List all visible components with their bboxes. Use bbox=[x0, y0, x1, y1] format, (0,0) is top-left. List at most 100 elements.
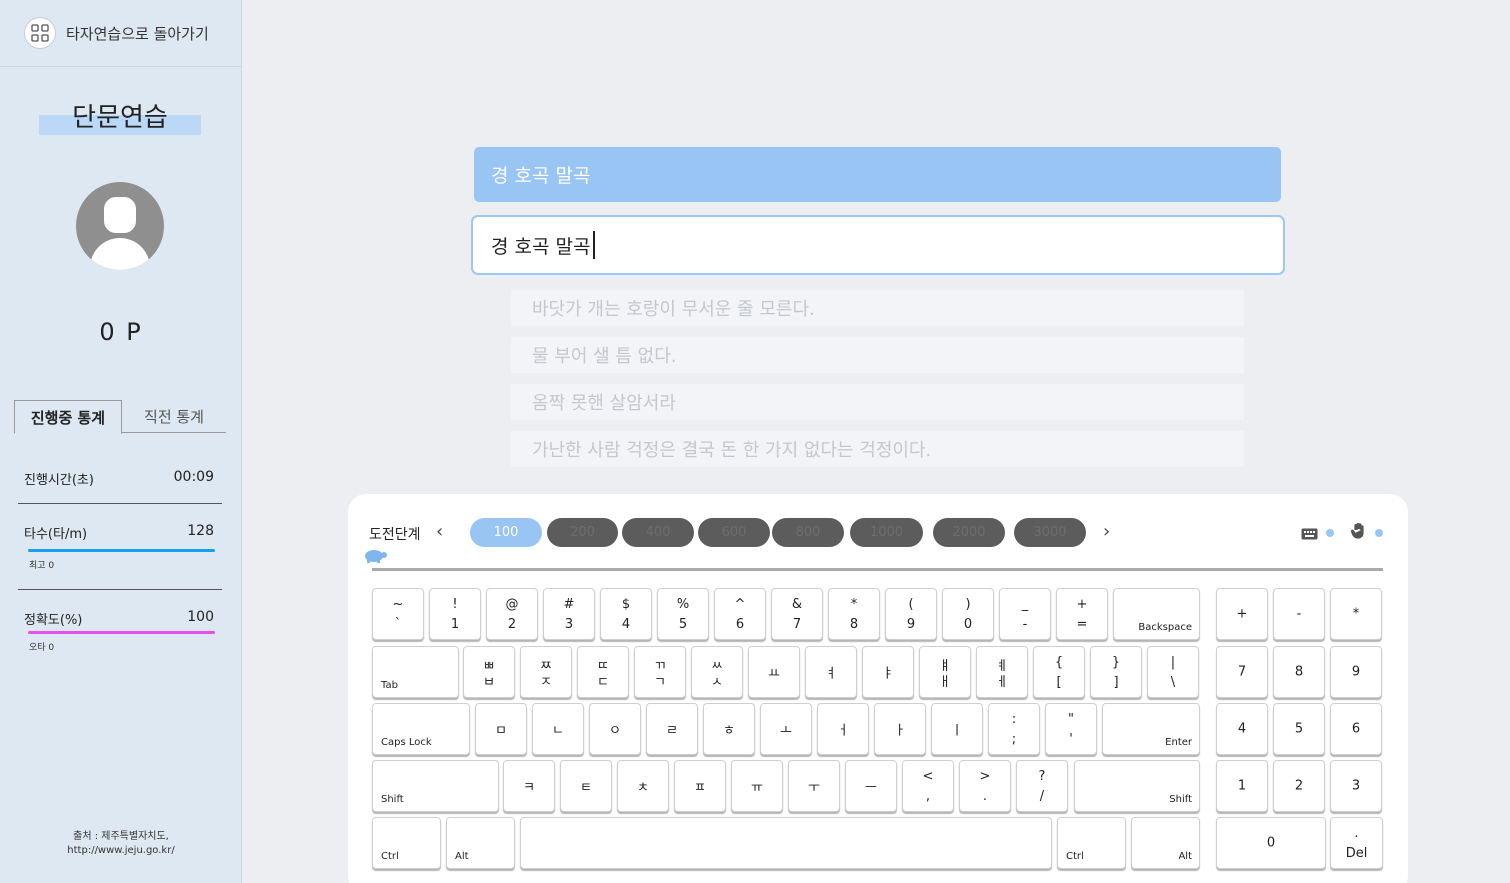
key[interactable]: $4 bbox=[600, 588, 652, 640]
key[interactable]: #3 bbox=[543, 588, 595, 640]
key[interactable]: ~ ` bbox=[372, 588, 424, 640]
numpad-key[interactable]: + bbox=[1216, 588, 1268, 640]
numpad-del-key[interactable]: . Del bbox=[1330, 817, 1383, 869]
numpad-key[interactable]: 1 bbox=[1216, 760, 1268, 812]
hand-toggle-dot[interactable] bbox=[1375, 529, 1383, 537]
back-to-typing-link[interactable]: 타자연습으로 돌아가기 bbox=[0, 0, 242, 67]
key[interactable]: % 5 bbox=[657, 588, 709, 640]
key[interactable]: ㅍ bbox=[674, 760, 726, 812]
key[interactable]: ㅑ bbox=[862, 646, 914, 698]
key[interactable]: " ' bbox=[1045, 703, 1097, 755]
key[interactable]: ㅋ bbox=[503, 760, 555, 812]
key[interactable]: * 8 bbox=[828, 588, 880, 640]
key[interactable]: ㅊ bbox=[617, 760, 669, 812]
key[interactable]: | \ bbox=[1147, 646, 1199, 698]
backspace-key[interactable]: Backspace bbox=[1113, 588, 1200, 640]
level-200[interactable]: 200 bbox=[547, 518, 618, 547]
key[interactable]: ㅃㅂ bbox=[463, 646, 515, 698]
speed-label: 타수(타/m) bbox=[24, 527, 88, 542]
key-label: 1 bbox=[450, 617, 460, 632]
key[interactable]: @2 bbox=[486, 588, 538, 640]
keyboard-icon[interactable] bbox=[1301, 525, 1318, 544]
key[interactable]: ㅡ bbox=[845, 760, 897, 812]
key[interactable]: ㅛ bbox=[748, 646, 800, 698]
key[interactable]: ㄹ bbox=[646, 703, 698, 755]
key[interactable]: + = bbox=[1056, 588, 1108, 640]
numpad-key[interactable]: 9 bbox=[1330, 646, 1382, 698]
key[interactable]: ㅓ bbox=[817, 703, 869, 755]
key[interactable]: ㅣ bbox=[931, 703, 983, 755]
key[interactable]: ㅁ bbox=[475, 703, 527, 755]
numpad-zero-key[interactable]: 0 bbox=[1216, 817, 1326, 869]
typing-input[interactable]: 경 호곡 말곡 bbox=[471, 215, 1285, 275]
numpad-key[interactable]: 2 bbox=[1273, 760, 1325, 812]
key[interactable]: ? / bbox=[1016, 760, 1068, 812]
right-ctrl-key[interactable]: Ctrl bbox=[1057, 817, 1126, 869]
key-label: ㅠ bbox=[751, 780, 763, 796]
key[interactable]: {[ bbox=[1033, 646, 1085, 698]
left-shift-key[interactable]: Shift bbox=[372, 760, 499, 812]
key[interactable]: ) 0 bbox=[942, 588, 994, 640]
right-shift-key[interactable]: Shift bbox=[1074, 760, 1200, 812]
tab-key[interactable]: Tab bbox=[372, 646, 459, 698]
tab-current-stats[interactable]: 진행중 통계 bbox=[14, 400, 122, 434]
accuracy-label: 정확도(%) bbox=[24, 613, 83, 628]
upcoming-sentence: 가난한 사람 걱정은 결국 돈 한 가지 없다는 걱정이다. bbox=[511, 431, 1244, 467]
numpad-key[interactable]: 4 bbox=[1216, 703, 1268, 755]
key[interactable]: ㅒㅐ bbox=[919, 646, 971, 698]
key[interactable]: ㅆㅅ bbox=[691, 646, 743, 698]
key[interactable]: }] bbox=[1090, 646, 1142, 698]
key[interactable]: ㅏ bbox=[874, 703, 926, 755]
key[interactable]: <, bbox=[902, 760, 954, 812]
key[interactable]: _ - bbox=[999, 588, 1051, 640]
key[interactable]: ㅕ bbox=[805, 646, 857, 698]
key[interactable]: ! 1 bbox=[429, 588, 481, 640]
keyboard-toggle-dot[interactable] bbox=[1326, 529, 1334, 537]
level-2000[interactable]: 2000 bbox=[933, 518, 1005, 547]
numpad-key[interactable]: 7 bbox=[1216, 646, 1268, 698]
key[interactable]: ㅠ bbox=[731, 760, 783, 812]
level-100[interactable]: 100 bbox=[470, 518, 542, 547]
source-line-2[interactable]: http://www.jeju.go.kr/ bbox=[0, 844, 242, 858]
right-alt-key[interactable]: Alt bbox=[1131, 817, 1200, 869]
numpad-key[interactable]: 6 bbox=[1330, 703, 1382, 755]
key[interactable]: ㅉㅈ bbox=[520, 646, 572, 698]
numpad-key[interactable]: - bbox=[1273, 588, 1325, 640]
left-alt-key[interactable]: Alt bbox=[446, 817, 515, 869]
enter-key[interactable]: Enter bbox=[1102, 703, 1200, 755]
left-ctrl-key[interactable]: Ctrl bbox=[372, 817, 441, 869]
level-prev-arrow[interactable]: ‹ bbox=[436, 521, 443, 542]
key[interactable]: (9 bbox=[885, 588, 937, 640]
key[interactable]: & 7 bbox=[771, 588, 823, 640]
key[interactable]: >. bbox=[959, 760, 1011, 812]
key[interactable]: ㄴ bbox=[532, 703, 584, 755]
current-sentence: 경 호곡 말곡 bbox=[474, 147, 1281, 202]
numpad-key[interactable]: * bbox=[1330, 588, 1382, 640]
key[interactable]: ㅗ bbox=[760, 703, 812, 755]
key[interactable]: ㅖㅔ bbox=[976, 646, 1028, 698]
numpad-key[interactable]: 8 bbox=[1273, 646, 1325, 698]
key[interactable]: ㄸㄷ bbox=[577, 646, 629, 698]
key-label: / bbox=[1039, 789, 1045, 804]
key[interactable]: :; bbox=[988, 703, 1040, 755]
key[interactable]: ㅇ bbox=[589, 703, 641, 755]
caps-lock-key[interactable]: Caps Lock bbox=[372, 703, 470, 755]
numpad-key[interactable]: 3 bbox=[1330, 760, 1382, 812]
key[interactable]: ㅌ bbox=[560, 760, 612, 812]
key-label: | bbox=[1170, 655, 1176, 670]
level-600[interactable]: 600 bbox=[698, 518, 770, 547]
key[interactable]: ㄲㄱ bbox=[634, 646, 686, 698]
level-400[interactable]: 400 bbox=[622, 518, 694, 547]
level-3000[interactable]: 3000 bbox=[1014, 518, 1086, 547]
numpad-key[interactable]: 5 bbox=[1273, 703, 1325, 755]
tab-previous-stats[interactable]: 직전 통계 bbox=[130, 400, 218, 433]
level-next-arrow[interactable]: › bbox=[1103, 521, 1110, 542]
level-1000[interactable]: 1000 bbox=[850, 518, 923, 547]
key[interactable]: ㅎ bbox=[703, 703, 755, 755]
key[interactable]: ㅜ bbox=[788, 760, 840, 812]
space-key[interactable] bbox=[520, 817, 1052, 869]
key[interactable]: ^ 6 bbox=[714, 588, 766, 640]
key-label: 3 bbox=[564, 617, 574, 632]
hand-icon[interactable] bbox=[1350, 522, 1366, 543]
level-800[interactable]: 800 bbox=[772, 518, 844, 547]
